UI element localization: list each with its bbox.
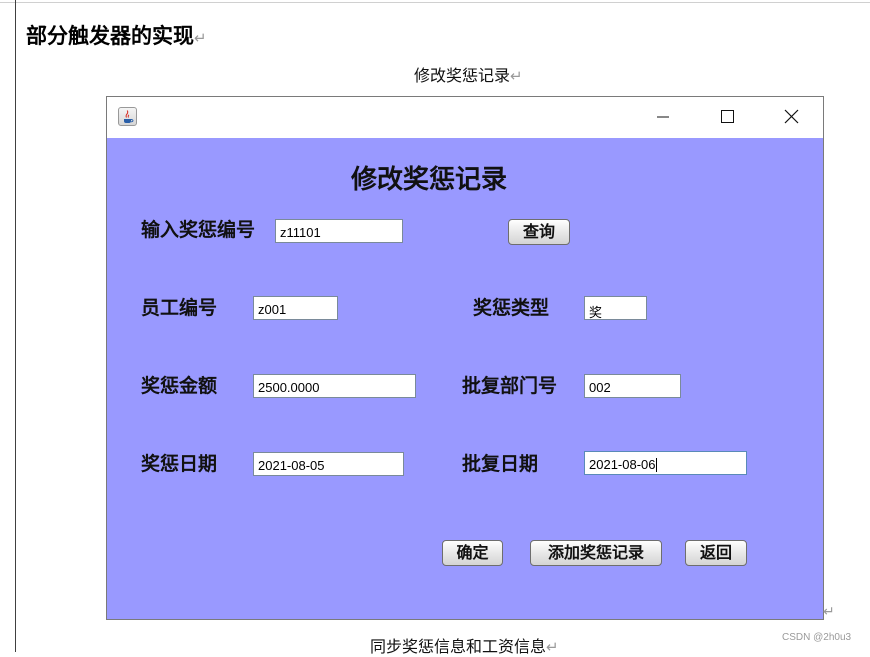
amount-input[interactable]: 2500.0000 xyxy=(253,374,416,398)
return-mark: ↵ xyxy=(823,604,835,620)
amount-label: 奖惩金额 xyxy=(141,375,218,397)
query-id-label: 输入奖惩编号 xyxy=(141,219,256,241)
return-mark: ↵ xyxy=(510,67,523,85)
type-input[interactable]: 奖 xyxy=(584,296,647,320)
type-label: 奖惩类型 xyxy=(473,297,550,319)
caption-top: 修改奖惩记录↵ xyxy=(414,66,523,85)
employee-id-label: 员工编号 xyxy=(141,297,218,319)
approve-date-label: 批复日期 xyxy=(462,453,539,475)
form-title: 修改奖惩记录 xyxy=(351,165,508,195)
employee-id-input[interactable]: z001 xyxy=(253,296,338,320)
caption-bottom: 同步奖惩信息和工资信息↵ xyxy=(370,637,559,656)
query-id-input[interactable]: z11101 xyxy=(275,219,403,243)
dept-label: 批复部门号 xyxy=(462,375,558,397)
query-button[interactable]: 查询 xyxy=(508,219,570,245)
watermark: CSDN @2h0u3 xyxy=(782,632,852,643)
title-bar[interactable] xyxy=(107,97,823,138)
section-heading: 部分触发器的实现↵ xyxy=(26,23,207,48)
java-app-icon xyxy=(118,107,137,126)
approve-date-input[interactable]: 2021-08-06 xyxy=(584,451,747,475)
add-record-button[interactable]: 添加奖惩记录 xyxy=(530,540,662,566)
date-label: 奖惩日期 xyxy=(141,453,218,475)
app-window: 修改奖惩记录 输入奖惩编号 z11101 查询 员工编号 z001 奖惩类型 奖… xyxy=(106,96,824,620)
text-caret xyxy=(655,458,657,472)
page-top-rule xyxy=(0,2,870,3)
minimize-icon[interactable] xyxy=(641,105,685,129)
close-icon[interactable] xyxy=(769,105,813,129)
dept-input[interactable]: 002 xyxy=(584,374,681,398)
confirm-button[interactable]: 确定 xyxy=(442,540,503,566)
maximize-icon[interactable] xyxy=(705,105,749,129)
date-input[interactable]: 2021-08-05 xyxy=(253,452,404,476)
page-left-margin-line xyxy=(15,0,16,652)
back-button[interactable]: 返回 xyxy=(685,540,747,566)
return-mark: ↵ xyxy=(546,638,559,656)
return-mark: ↵ xyxy=(194,29,207,47)
approve-date-value: 2021-08-06 xyxy=(589,457,656,472)
